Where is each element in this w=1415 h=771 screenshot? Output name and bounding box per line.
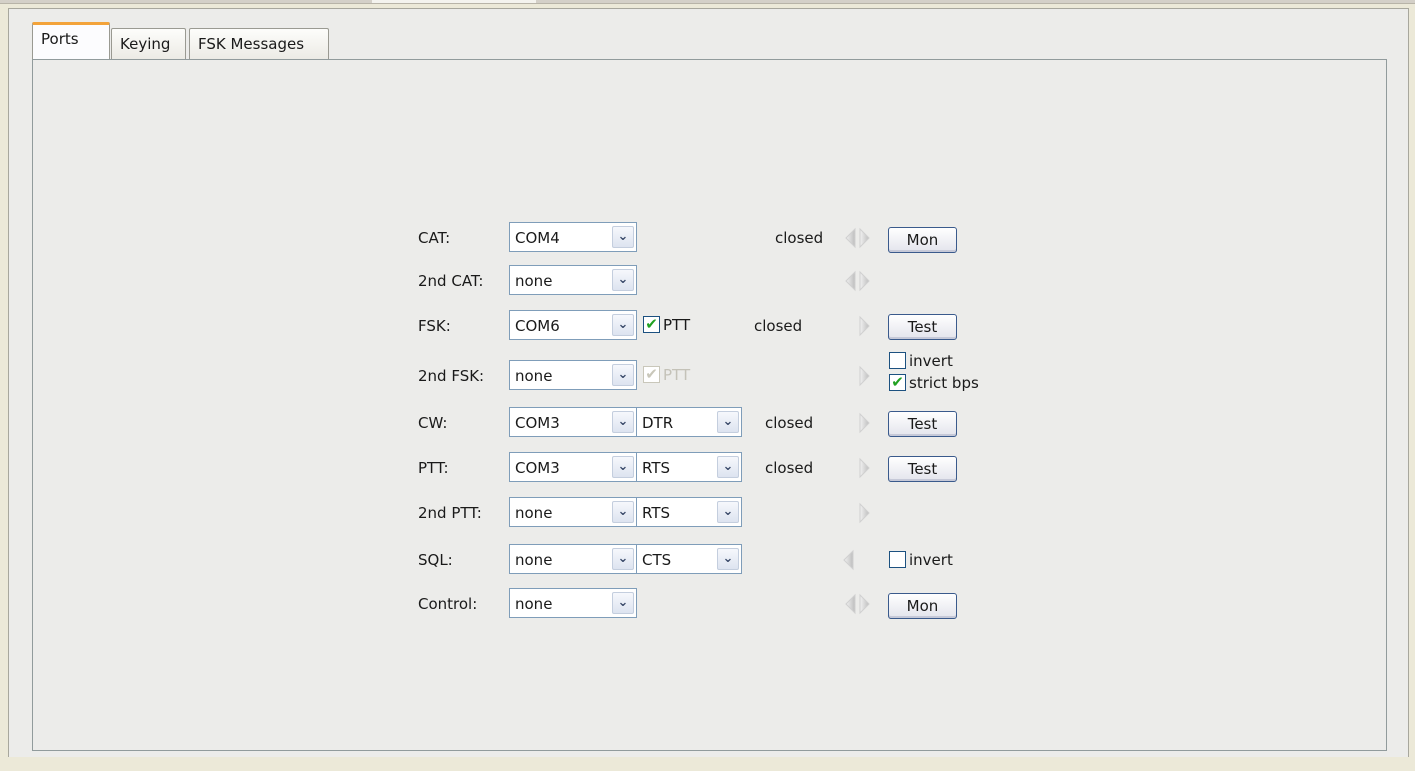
- rx-arrow-icon: [845, 593, 856, 615]
- tx-arrow-icon: [859, 227, 870, 249]
- sql-line-select[interactable]: CTS ⌄: [636, 544, 742, 574]
- ptt-test-button[interactable]: Test: [888, 456, 957, 482]
- cw-label: CW:: [418, 414, 448, 432]
- rx-arrow-icon: [845, 227, 856, 249]
- chevron-down-icon[interactable]: ⌄: [717, 548, 739, 570]
- fsk-status: closed: [754, 317, 803, 335]
- fsk-ptt-label: PTT: [663, 316, 691, 334]
- cw-line-value: DTR: [642, 414, 674, 432]
- fsk2-ptt-checkbox: ✔: [643, 366, 660, 383]
- rx-arrow-icon: [845, 270, 856, 292]
- control-rxtx-indicator: [845, 593, 870, 615]
- fsk-port-value: COM6: [515, 317, 560, 335]
- cw-line-select[interactable]: DTR ⌄: [636, 407, 742, 437]
- ptt2-label: 2nd PTT:: [418, 504, 482, 522]
- ptt-line-value: RTS: [642, 459, 671, 477]
- tx-arrow-icon: [859, 593, 870, 615]
- ptt-label: PTT:: [418, 459, 449, 477]
- ptt2-tx-indicator: [859, 502, 870, 524]
- chevron-down-icon[interactable]: ⌄: [612, 314, 634, 336]
- fsk2-port-select[interactable]: none ⌄: [509, 360, 637, 390]
- tab-ports-label: Ports: [41, 30, 79, 48]
- ptt-port-select[interactable]: COM3 ⌄: [509, 452, 637, 482]
- cat2-port-value: none: [515, 272, 553, 290]
- ptt2-port-select[interactable]: none ⌄: [509, 497, 637, 527]
- chevron-down-icon[interactable]: ⌄: [612, 501, 634, 523]
- tx-arrow-icon: [859, 315, 870, 337]
- cat2-port-select[interactable]: none ⌄: [509, 265, 637, 295]
- cw-port-value: COM3: [515, 414, 560, 432]
- chevron-down-icon[interactable]: ⌄: [612, 548, 634, 570]
- chevron-down-icon[interactable]: ⌄: [717, 501, 739, 523]
- cat2-label: 2nd CAT:: [418, 272, 484, 290]
- ptt-line-select[interactable]: RTS ⌄: [636, 452, 742, 482]
- chevron-down-icon[interactable]: ⌄: [612, 456, 634, 478]
- sql-rx-indicator: [843, 549, 854, 571]
- fsk2-invert-label: invert: [909, 352, 953, 370]
- fsk-ptt-checkbox[interactable]: ✔: [643, 316, 660, 333]
- tab-fsk-messages-label: FSK Messages: [198, 35, 305, 53]
- cat-mon-button[interactable]: Mon: [888, 227, 957, 253]
- rx-arrow-icon: [843, 549, 854, 571]
- tab-keying[interactable]: Keying: [111, 28, 186, 59]
- top-strip: [0, 0, 1415, 4]
- ptt2-line-select[interactable]: RTS ⌄: [636, 497, 742, 527]
- ports-panel: [32, 59, 1387, 751]
- tab-fsk-messages[interactable]: FSK Messages: [189, 28, 329, 59]
- fsk-test-button[interactable]: Test: [888, 314, 957, 340]
- sql-label: SQL:: [418, 551, 453, 569]
- fsk2-tx-indicator: [859, 365, 870, 387]
- cw-test-button[interactable]: Test: [888, 411, 957, 437]
- chevron-down-icon[interactable]: ⌄: [717, 411, 739, 433]
- cat-port-select[interactable]: COM4 ⌄: [509, 222, 637, 252]
- chevron-down-icon[interactable]: ⌄: [717, 456, 739, 478]
- tab-keying-label: Keying: [120, 35, 171, 53]
- cw-port-select[interactable]: COM3 ⌄: [509, 407, 637, 437]
- chevron-down-icon[interactable]: ⌄: [612, 592, 634, 614]
- chevron-down-icon[interactable]: ⌄: [612, 411, 634, 433]
- tx-arrow-icon: [859, 502, 870, 524]
- fsk2-strict-bps-label: strict bps: [909, 374, 979, 392]
- control-port-select[interactable]: none ⌄: [509, 588, 637, 618]
- cat-rxtx-indicator: [845, 227, 870, 249]
- cat-label: CAT:: [418, 229, 451, 247]
- tx-arrow-icon: [859, 457, 870, 479]
- sql-port-value: none: [515, 551, 553, 569]
- fsk2-strict-bps-checkbox[interactable]: ✔: [889, 374, 906, 391]
- fsk-port-select[interactable]: COM6 ⌄: [509, 310, 637, 340]
- tx-arrow-icon: [859, 270, 870, 292]
- sql-invert-checkbox[interactable]: [889, 551, 906, 568]
- fsk2-invert-checkbox[interactable]: [889, 352, 906, 369]
- fsk-tx-indicator: [859, 315, 870, 337]
- sql-port-select[interactable]: none ⌄: [509, 544, 637, 574]
- chevron-down-icon[interactable]: ⌄: [612, 364, 634, 386]
- chevron-down-icon[interactable]: ⌄: [612, 226, 634, 248]
- sql-line-value: CTS: [642, 551, 672, 569]
- fsk-label: FSK:: [418, 317, 451, 335]
- ptt-port-value: COM3: [515, 459, 560, 477]
- tab-ports[interactable]: Ports: [32, 22, 110, 59]
- chevron-down-icon[interactable]: ⌄: [612, 269, 634, 291]
- control-label: Control:: [418, 595, 478, 613]
- ptt2-port-value: none: [515, 504, 553, 522]
- cat-port-value: COM4: [515, 229, 560, 247]
- cat-status: closed: [775, 229, 824, 247]
- cw-status: closed: [765, 414, 814, 432]
- ptt-status: closed: [765, 459, 814, 477]
- ptt2-line-value: RTS: [642, 504, 671, 522]
- fsk2-ptt-label: PTT: [663, 366, 691, 384]
- top-strip-highlight: [372, 0, 536, 3]
- tx-arrow-icon: [859, 412, 870, 434]
- sql-invert-label: invert: [909, 551, 953, 569]
- tx-arrow-icon: [859, 365, 870, 387]
- fsk2-label: 2nd FSK:: [418, 367, 485, 385]
- fsk2-port-value: none: [515, 367, 553, 385]
- cw-tx-indicator: [859, 412, 870, 434]
- control-mon-button[interactable]: Mon: [888, 593, 957, 619]
- cat2-rxtx-indicator: [845, 270, 870, 292]
- ptt-tx-indicator: [859, 457, 870, 479]
- control-port-value: none: [515, 595, 553, 613]
